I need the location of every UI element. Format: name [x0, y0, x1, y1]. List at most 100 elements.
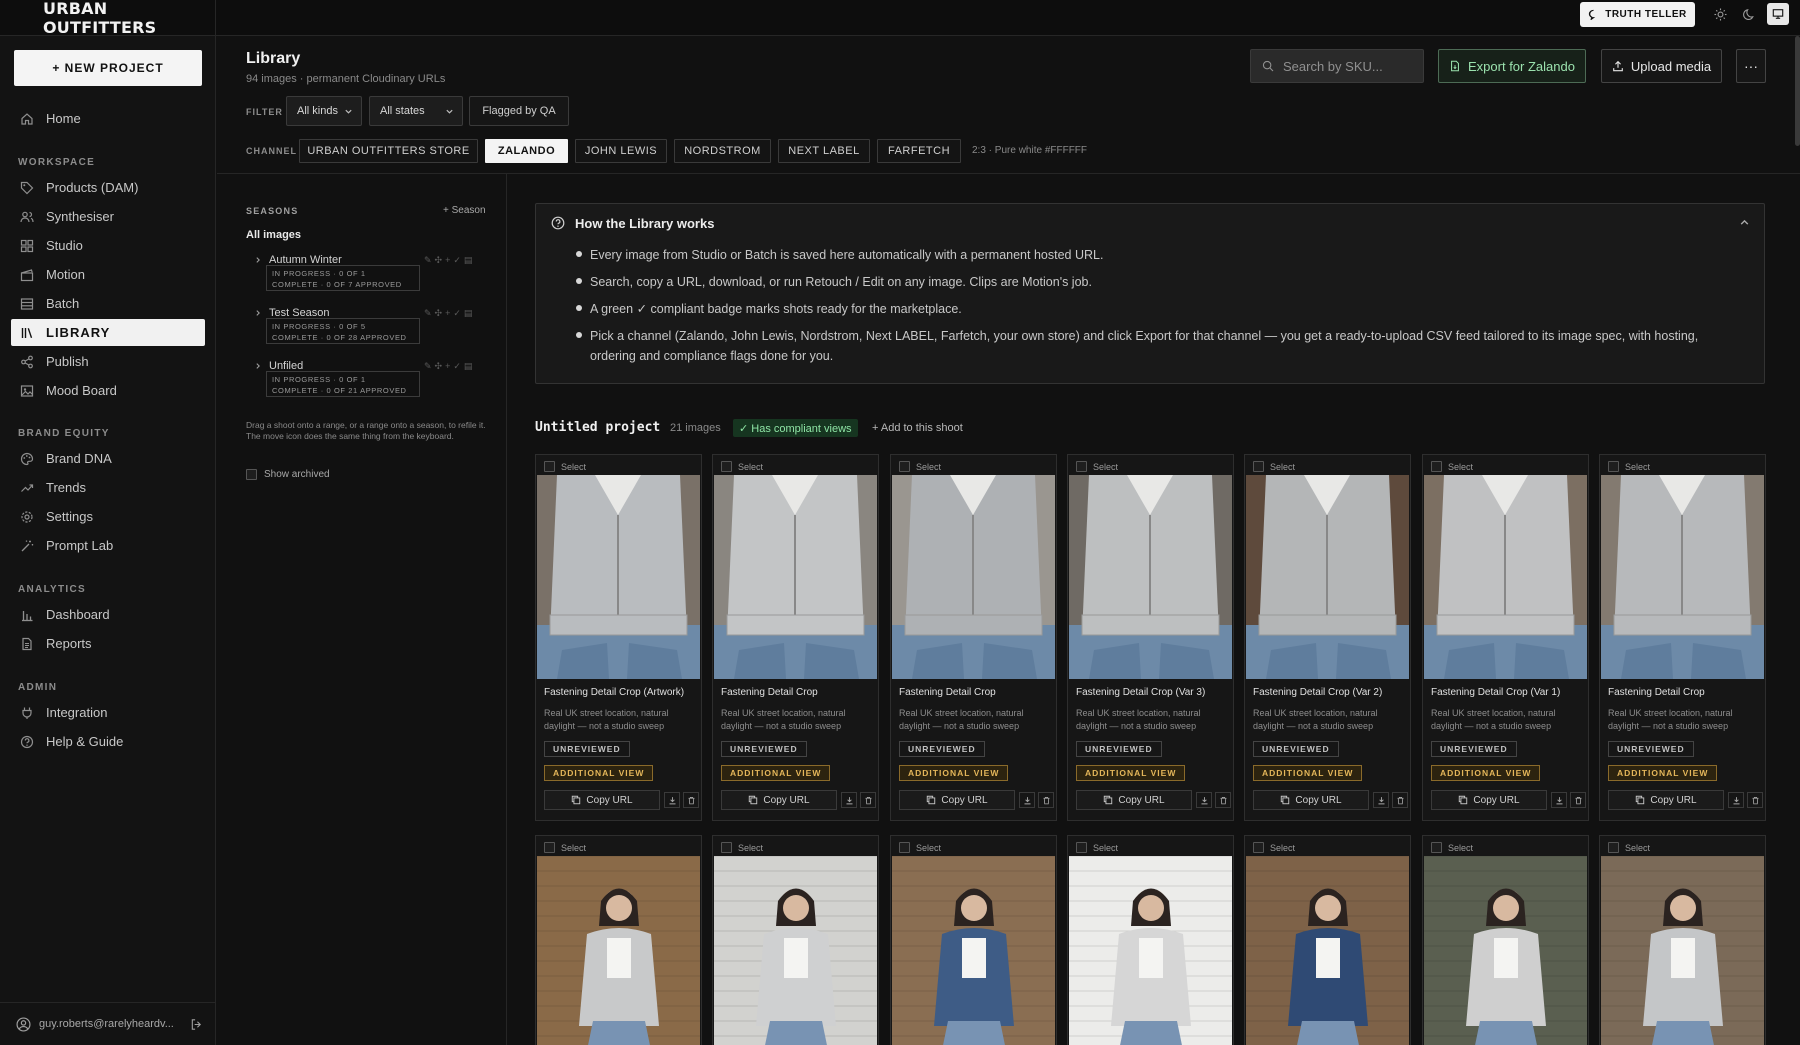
trash-icon[interactable]: [1570, 792, 1586, 808]
product-image[interactable]: [714, 856, 877, 1045]
product-image[interactable]: [892, 475, 1055, 679]
copy-url-button[interactable]: Copy URL: [1431, 790, 1547, 810]
channel-nordstrom[interactable]: NORDSTROM: [674, 139, 771, 163]
image-card[interactable]: Select: [1599, 835, 1766, 1045]
add-season-button[interactable]: + Season: [443, 205, 486, 216]
sidebar-item-brand-dna[interactable]: Brand DNA: [11, 445, 205, 472]
image-card[interactable]: Select: [1067, 835, 1234, 1045]
image-card[interactable]: Select Fastening Detail Crop (Artwork) R…: [535, 454, 702, 821]
copy-url-button[interactable]: Copy URL: [1076, 790, 1192, 810]
trash-icon[interactable]: [1215, 792, 1231, 808]
product-image[interactable]: [537, 856, 700, 1045]
more-options-button[interactable]: ···: [1736, 49, 1766, 83]
upload-media-button[interactable]: Upload media: [1601, 49, 1722, 83]
checkbox[interactable]: [1253, 842, 1264, 853]
channel-john-lewis[interactable]: JOHN LEWIS: [575, 139, 667, 163]
search-input[interactable]: Search by SKU...: [1250, 49, 1424, 83]
sidebar-item-help[interactable]: Help & Guide: [11, 728, 205, 755]
trash-icon[interactable]: [1038, 792, 1054, 808]
season-tools[interactable]: ✎ ✣ + ✓ ▤: [424, 308, 472, 319]
trash-icon[interactable]: [860, 792, 876, 808]
image-card[interactable]: Select Fastening Detail Crop Real UK str…: [1599, 454, 1766, 821]
season-tools[interactable]: ✎ ✣ + ✓ ▤: [424, 255, 472, 266]
user-account[interactable]: guy.roberts@rarelyheardv...: [0, 1002, 216, 1045]
checkbox[interactable]: [899, 461, 910, 472]
chevron-up-icon[interactable]: [1739, 217, 1750, 228]
product-image[interactable]: [1601, 475, 1764, 679]
product-image[interactable]: [892, 856, 1055, 1045]
sidebar-item-dashboard[interactable]: Dashboard: [11, 601, 205, 628]
product-image[interactable]: [714, 475, 877, 679]
select-checkbox[interactable]: Select: [899, 461, 941, 472]
download-icon[interactable]: [1551, 792, 1567, 808]
trash-icon[interactable]: [1747, 792, 1763, 808]
all-images-link[interactable]: All images: [246, 229, 301, 241]
checkbox[interactable]: [246, 469, 257, 480]
sidebar-item-settings[interactable]: Settings: [11, 503, 205, 530]
product-image[interactable]: [1424, 475, 1587, 679]
sidebar-item-synthesiser[interactable]: Synthesiser: [11, 203, 205, 230]
select-checkbox[interactable]: Select: [1076, 842, 1118, 853]
download-icon[interactable]: [1019, 792, 1035, 808]
product-image[interactable]: [1246, 856, 1409, 1045]
checkbox[interactable]: [1076, 842, 1087, 853]
chevron-right-icon[interactable]: [254, 309, 262, 317]
checkbox[interactable]: [721, 461, 732, 472]
select-checkbox[interactable]: Select: [721, 461, 763, 472]
checkbox[interactable]: [1431, 461, 1442, 472]
sidebar-item-home[interactable]: Home: [11, 105, 205, 132]
select-checkbox[interactable]: Select: [544, 461, 586, 472]
image-card[interactable]: Select: [712, 835, 879, 1045]
state-filter-select[interactable]: All states: [369, 96, 463, 126]
checkbox[interactable]: [1608, 461, 1619, 472]
download-icon[interactable]: [1728, 792, 1744, 808]
truth-teller-button[interactable]: TRUTH TELLER: [1580, 2, 1695, 27]
channel-next-label[interactable]: NEXT LABEL: [778, 139, 870, 163]
product-image[interactable]: [1069, 475, 1232, 679]
image-card[interactable]: Select Fastening Detail Crop Real UK str…: [712, 454, 879, 821]
trash-icon[interactable]: [1392, 792, 1408, 808]
channel-farfetch[interactable]: FARFETCH: [877, 139, 961, 163]
checkbox[interactable]: [1431, 842, 1442, 853]
select-checkbox[interactable]: Select: [899, 842, 941, 853]
product-image[interactable]: [537, 475, 700, 679]
sidebar-item-publish[interactable]: Publish: [11, 348, 205, 375]
copy-url-button[interactable]: Copy URL: [1253, 790, 1369, 810]
checkbox[interactable]: [1253, 461, 1264, 472]
checkbox[interactable]: [544, 461, 555, 472]
image-card[interactable]: Select: [1244, 835, 1411, 1045]
image-card[interactable]: Select: [1422, 835, 1589, 1045]
checkbox[interactable]: [1076, 461, 1087, 472]
add-to-shoot-button[interactable]: + Add to this shoot: [872, 422, 963, 434]
download-icon[interactable]: [841, 792, 857, 808]
sidebar-item-integration[interactable]: Integration: [11, 699, 205, 726]
copy-url-button[interactable]: Copy URL: [721, 790, 837, 810]
image-card[interactable]: Select: [535, 835, 702, 1045]
sidebar-item-products[interactable]: Products (DAM): [11, 174, 205, 201]
select-checkbox[interactable]: Select: [1608, 842, 1650, 853]
new-project-button[interactable]: + NEW PROJECT: [14, 50, 202, 86]
sidebar-item-motion[interactable]: Motion: [11, 261, 205, 288]
select-checkbox[interactable]: Select: [544, 842, 586, 853]
copy-url-button[interactable]: Copy URL: [1608, 790, 1724, 810]
show-archived-checkbox[interactable]: Show archived: [246, 469, 330, 480]
copy-url-button[interactable]: Copy URL: [544, 790, 660, 810]
monitor-icon[interactable]: [1767, 3, 1789, 25]
checkbox[interactable]: [721, 842, 732, 853]
download-icon[interactable]: [1196, 792, 1212, 808]
moon-icon[interactable]: [1740, 5, 1758, 23]
checkbox[interactable]: [899, 842, 910, 853]
checkbox[interactable]: [544, 842, 555, 853]
logout-icon[interactable]: [190, 1018, 203, 1031]
copy-url-button[interactable]: Copy URL: [899, 790, 1015, 810]
product-image[interactable]: [1246, 475, 1409, 679]
sidebar-item-trends[interactable]: Trends: [11, 474, 205, 501]
image-card[interactable]: Select Fastening Detail Crop (Var 2) Rea…: [1244, 454, 1411, 821]
select-checkbox[interactable]: Select: [1431, 842, 1473, 853]
export-button[interactable]: Export for Zalando: [1438, 49, 1586, 83]
chevron-right-icon[interactable]: [254, 362, 262, 370]
kind-filter-select[interactable]: All kinds: [286, 96, 362, 126]
chevron-right-icon[interactable]: [254, 256, 262, 264]
scrollbar[interactable]: [1795, 36, 1800, 146]
image-card[interactable]: Select Fastening Detail Crop Real UK str…: [890, 454, 1057, 821]
